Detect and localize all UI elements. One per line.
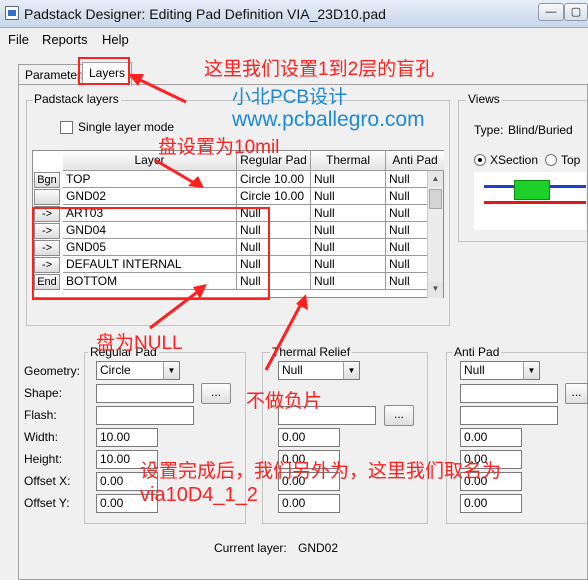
annotation-blind-via: 这里我们设置1到2层的盲孔 [204, 59, 435, 80]
annotation-pad-10mil: 盘设置为10mil [158, 137, 280, 158]
arrow-to-thermal-column [264, 301, 304, 371]
annotation-site: www.pcballegro.com [232, 108, 425, 131]
annotation-naming: 设置完成后，我们另外为，这里我们取名为 [140, 461, 502, 482]
annotation-pad-null: 盘为NULL [96, 333, 183, 354]
arrow-to-layers-tab [135, 76, 187, 104]
arrow-to-regular-pad [154, 158, 197, 186]
annotation-brand: 小北PCB设计 [232, 87, 348, 108]
annotation-via-name: via10D4_1_2 [140, 484, 258, 506]
annotation-no-negative: 不做负片 [246, 391, 323, 412]
arrow-to-null-rows [149, 288, 201, 330]
arrowhead-null-rows [193, 284, 207, 299]
